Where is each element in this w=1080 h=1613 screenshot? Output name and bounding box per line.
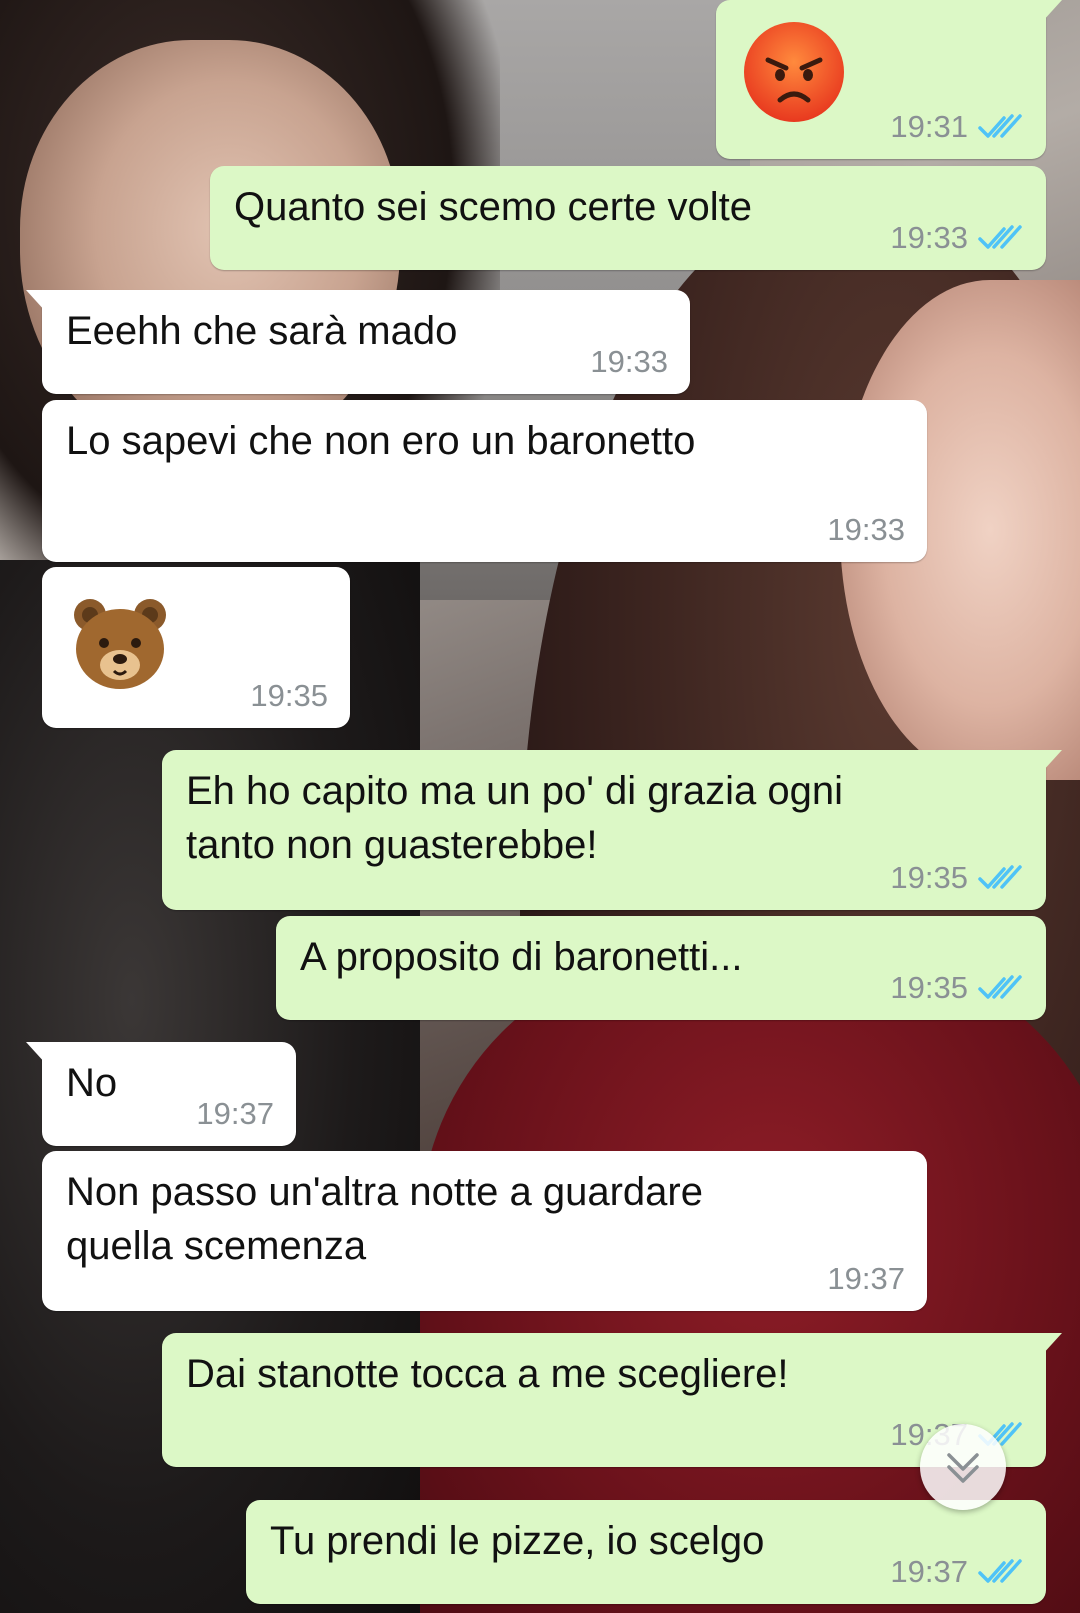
message-bubble-outgoing[interactable]: A proposito di baronetti... 19:35 (276, 916, 1046, 1020)
message-bubble-incoming[interactable]: Lo sapevi che non ero un baronetto 19:33 (42, 400, 927, 562)
message-time: 19:37 (196, 1096, 274, 1131)
message-meta: 19:31 (890, 111, 1024, 143)
message-time: 19:37 (890, 1554, 968, 1589)
message-time: 19:33 (590, 344, 668, 379)
message-meta: 19:37 (890, 1556, 1024, 1588)
message-meta: 19:33 (827, 514, 905, 546)
message-meta: 19:37 (196, 1098, 274, 1130)
bubble-tail (26, 1042, 46, 1064)
message-bubble-outgoing[interactable]: Eh ho capito ma un po' di grazia ogni ta… (162, 750, 1062, 910)
bubble-tail (1042, 750, 1062, 772)
message-bubble-outgoing[interactable]: Dai stanotte tocca a me scegliere! 19:37 (162, 1333, 1062, 1467)
message-time: 19:35 (890, 970, 968, 1005)
read-ticks-icon (978, 975, 1022, 999)
message-time: 19:35 (890, 860, 968, 895)
angry-face-icon (744, 22, 844, 122)
message-meta: 19:37 (827, 1263, 905, 1295)
message-meta: 19:33 (890, 222, 1024, 254)
message-text: Lo sapevi che non ero un baronetto (66, 419, 696, 463)
read-ticks-icon (978, 114, 1022, 138)
message-time: 19:31 (890, 109, 968, 144)
message-meta: 19:35 (250, 680, 328, 712)
message-time: 19:33 (827, 512, 905, 547)
read-ticks-icon (978, 225, 1022, 249)
message-time: 19:35 (250, 678, 328, 713)
message-text: Non passo un'altra notte a guardare quel… (66, 1170, 715, 1268)
read-ticks-icon (978, 865, 1022, 889)
message-text: Eeehh che sarà mado (66, 309, 458, 353)
bubble-tail (1042, 0, 1062, 22)
message-text: Dai stanotte tocca a me scegliere! (186, 1352, 789, 1396)
message-time: 19:33 (890, 220, 968, 255)
message-meta: 19:33 (590, 346, 668, 378)
message-bubble-incoming[interactable]: No 19:37 (26, 1042, 296, 1146)
message-bubble-outgoing[interactable]: 19:31 (716, 0, 1062, 159)
scroll-to-bottom-button[interactable] (920, 1424, 1006, 1510)
double-chevron-down-icon (947, 1453, 979, 1483)
message-bubble-outgoing[interactable]: Quanto sei scemo certe volte 19:33 (210, 166, 1046, 270)
message-bubble-incoming[interactable]: Non passo un'altra notte a guardare quel… (42, 1151, 927, 1311)
message-bubble-incoming[interactable]: Eeehh che sarà mado 19:33 (26, 290, 690, 394)
message-meta: 19:35 (890, 862, 1024, 894)
message-bubble-incoming[interactable]: 19:35 (42, 567, 350, 728)
bear-face-icon (74, 599, 166, 689)
read-ticks-icon (978, 1559, 1022, 1583)
bubble-tail (26, 290, 46, 312)
message-bubble-outgoing[interactable]: Tu prendi le pizze, io scelgo 19:37 (246, 1500, 1046, 1604)
message-meta: 19:35 (890, 972, 1024, 1004)
bubble-tail (1042, 1333, 1062, 1355)
message-text: Eh ho capito ma un po' di grazia ogni ta… (186, 769, 855, 867)
message-time: 19:37 (827, 1261, 905, 1296)
